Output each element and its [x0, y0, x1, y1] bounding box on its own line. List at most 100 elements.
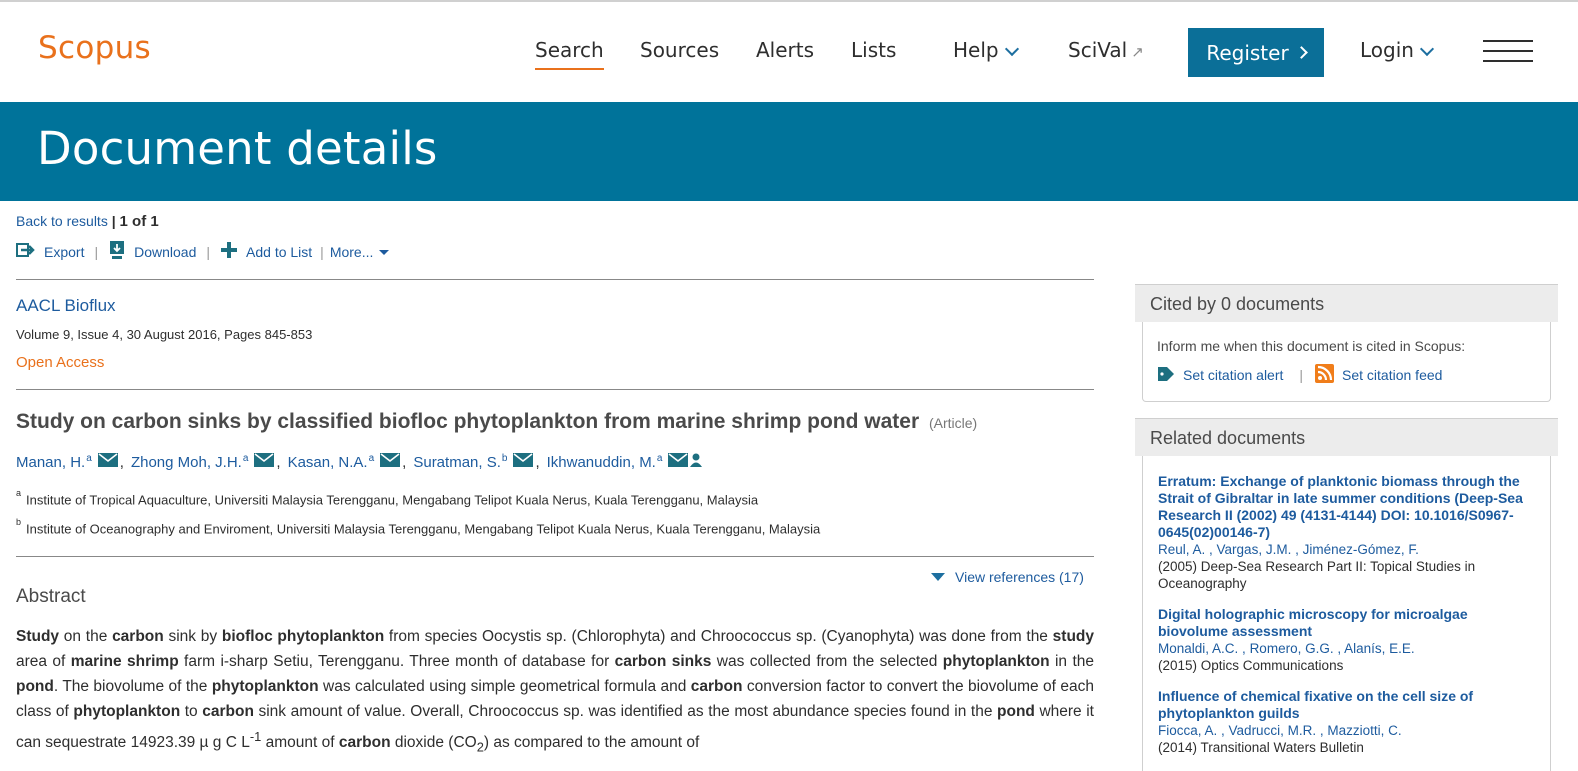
page-banner: Document details — [0, 102, 1578, 201]
affiliation-text: Institute of Oceanography and Enviroment… — [26, 521, 821, 537]
author-link[interactable]: Suratman, S. — [413, 454, 501, 471]
document-toolbar: Export | Download | Add to List | More..… — [16, 240, 390, 263]
related-item: Influence of chemical fixative on the ce… — [1158, 688, 1538, 756]
affiliation-b: b Institute of Oceanography and Enviromen… — [16, 517, 821, 537]
related-author-link[interactable]: Vadrucci, M.R. — [1229, 723, 1317, 738]
plus-icon — [220, 241, 238, 262]
affiliation-a: a Institute of Tropical Aquaculture, Univ… — [16, 488, 759, 508]
related-documents-panel: Erratum: Exchange of planktonic biomass … — [1142, 456, 1551, 771]
rss-feed-icon — [1315, 364, 1335, 386]
view-references-link[interactable]: View references (17) — [931, 569, 1084, 585]
related-item: Digital holographic microscopy for micro… — [1158, 606, 1538, 674]
separator: | — [111, 213, 120, 229]
export-icon — [16, 242, 36, 261]
source-title-link[interactable]: AACL Bioflux — [16, 296, 116, 316]
chevron-down-icon — [1419, 41, 1435, 57]
related-author-link[interactable]: Alanís, E.E. — [1344, 641, 1415, 656]
related-documents-heading: Related documents — [1135, 418, 1558, 456]
results-nav: Back to results | 1 of 1 — [16, 213, 159, 230]
export-label: Export — [44, 243, 85, 260]
download-label: Download — [134, 243, 197, 260]
back-to-results-link[interactable]: Back to results — [16, 213, 108, 229]
tag-icon — [1157, 365, 1175, 386]
nav-help[interactable]: Help — [953, 38, 1019, 62]
related-source: (2005) Deep-Sea Research Part II: Topica… — [1158, 559, 1476, 591]
person-icon[interactable] — [690, 453, 703, 471]
set-citation-feed-link[interactable]: Set citation feed — [1342, 367, 1442, 383]
document-title-text: Study on carbon sinks by classified biof… — [16, 410, 920, 433]
author-link[interactable]: Zhong Moh, J.H. — [131, 454, 242, 471]
author-link[interactable]: Kasan, N.A. — [288, 454, 368, 471]
page-title: Document details — [37, 122, 438, 175]
nav-login[interactable]: Login — [1360, 38, 1435, 62]
email-icon[interactable] — [668, 453, 689, 471]
related-authors: Fiocca, A. , Vadrucci, M.R. , Mazziotti,… — [1158, 723, 1402, 738]
related-title-link[interactable]: Digital holographic microscopy for micro… — [1158, 606, 1538, 640]
affiliation-text: Institute of Tropical Aquaculture, Unive… — [26, 492, 759, 508]
comma: , — [535, 453, 540, 471]
nav-alerts[interactable]: Alerts — [756, 38, 814, 62]
email-icon[interactable] — [513, 453, 534, 471]
divider — [16, 389, 1094, 390]
view-references-label: View references (17) — [955, 569, 1084, 585]
related-source: (2015) Optics Communications — [1158, 658, 1344, 673]
menu-icon[interactable] — [1483, 40, 1533, 62]
add-to-list-button[interactable]: Add to List — [220, 241, 312, 262]
author-item: Suratman, S. b — [413, 452, 534, 471]
related-author-link[interactable]: Fiocca, A. — [1158, 723, 1217, 738]
related-source: (2014) Transitional Waters Bulletin — [1158, 740, 1364, 755]
author-item: Manan, H. a — [16, 453, 118, 471]
affiliation-marker: b — [501, 452, 508, 464]
result-count: 1 of 1 — [119, 213, 159, 230]
volume-info: Volume 9, Issue 4, 30 August 2016, Pages… — [16, 327, 313, 342]
cited-by-panel: Inform me when this document is cited in… — [1142, 322, 1551, 402]
divider — [16, 556, 1094, 557]
author-link[interactable]: Manan, H. — [16, 454, 85, 471]
email-icon[interactable] — [380, 453, 401, 471]
related-title-link[interactable]: Influence of chemical fixative on the ce… — [1158, 688, 1538, 722]
set-citation-alert-link[interactable]: Set citation alert — [1183, 367, 1283, 383]
affiliation-marker: b — [16, 517, 22, 527]
document-type: (Article) — [928, 415, 978, 431]
affiliation-marker: a — [368, 452, 375, 464]
related-author-link[interactable]: Romero, G.G. — [1250, 641, 1334, 656]
author-item: Ikhwanuddin, M. a — [547, 453, 703, 471]
related-author-link[interactable]: Mazziotti, C. — [1327, 723, 1401, 738]
cited-by-inform-text: Inform me when this document is cited in… — [1157, 338, 1466, 354]
separator: | — [94, 243, 99, 260]
scopus-logo[interactable]: Scopus — [38, 30, 151, 66]
nav-lists[interactable]: Lists — [851, 38, 896, 62]
author-item: Zhong Moh, J.H. a — [131, 453, 275, 471]
email-icon[interactable] — [97, 453, 118, 471]
related-author-link[interactable]: Vargas, J.M. — [1217, 542, 1292, 557]
affiliation-marker: a — [16, 488, 22, 498]
register-button[interactable]: Register — [1188, 28, 1324, 77]
email-icon[interactable] — [254, 453, 275, 471]
more-button[interactable]: More... — [330, 244, 390, 260]
add-to-list-label: Add to List — [246, 243, 313, 260]
chevron-right-icon — [1294, 46, 1308, 59]
affiliation-marker: a — [656, 452, 663, 464]
nav-sources[interactable]: Sources — [640, 38, 719, 62]
download-button[interactable]: Download — [108, 240, 196, 263]
nav-search[interactable]: Search — [535, 38, 604, 70]
chevron-down-icon — [1004, 41, 1019, 57]
author-item: Kasan, N.A. a — [288, 453, 401, 471]
nav-help-label: Help — [953, 38, 999, 62]
related-item: Erratum: Exchange of planktonic biomass … — [1158, 473, 1538, 592]
related-author-link[interactable]: Jiménez-Gómez, F. — [1303, 542, 1419, 557]
related-author-link[interactable]: Monaldi, A.C. — [1158, 641, 1238, 656]
comma: , — [276, 453, 281, 471]
open-access-badge: Open Access — [16, 354, 105, 371]
related-author-link[interactable]: Reul, A. — [1158, 542, 1205, 557]
nav-scival[interactable]: SciVal ↗ — [1068, 38, 1144, 62]
comma: , — [402, 453, 407, 471]
author-link[interactable]: Ikhwanuddin, M. — [547, 454, 656, 471]
nav-login-label: Login — [1360, 38, 1414, 62]
related-title-link[interactable]: Erratum: Exchange of planktonic biomass … — [1158, 473, 1538, 541]
related-authors: Monaldi, A.C. , Romero, G.G. , Alanís, E… — [1158, 641, 1415, 656]
abstract-text: Study on the carbon sink by biofloc phyt… — [16, 628, 1095, 755]
document-title: Study on carbon sinks by classified biof… — [16, 410, 977, 434]
export-button[interactable]: Export — [16, 242, 84, 261]
site-header: Scopus Search Sources Alerts Lists Help … — [0, 2, 1578, 102]
